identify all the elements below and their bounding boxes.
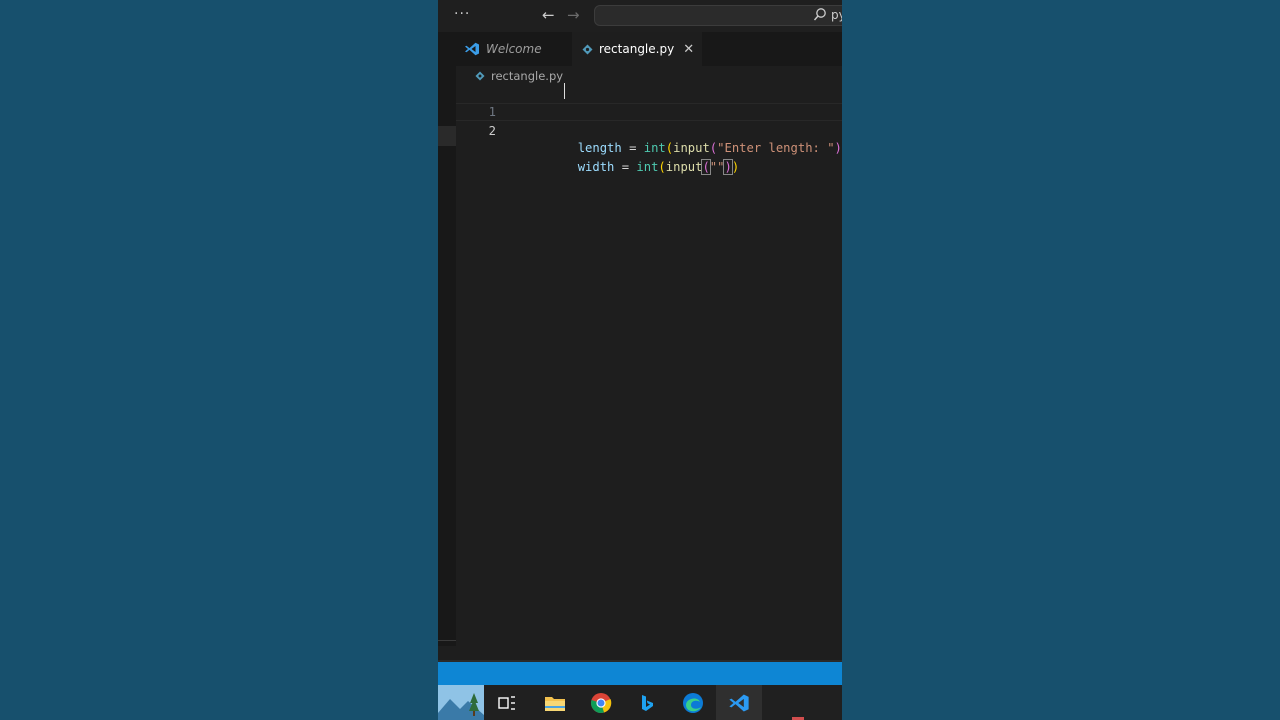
code-line-current[interactable]: 2 width = int(input("")) bbox=[456, 103, 842, 175]
command-center-search[interactable]: py bbox=[594, 5, 842, 26]
edge-icon[interactable] bbox=[670, 685, 716, 720]
vscode-taskbar-icon[interactable] bbox=[716, 685, 762, 720]
code-token: width bbox=[577, 160, 615, 174]
code-token: ) bbox=[835, 141, 842, 155]
active-line-marker bbox=[438, 126, 456, 146]
code-token: ( bbox=[658, 160, 666, 174]
strip-divider bbox=[438, 640, 456, 641]
breadcrumb[interactable]: rectangle.py bbox=[475, 68, 563, 84]
desktop-thumbnail[interactable] bbox=[438, 685, 484, 720]
file-explorer-icon[interactable] bbox=[532, 685, 578, 720]
breadcrumb-file: rectangle.py bbox=[491, 69, 564, 83]
close-icon[interactable]: ✕ bbox=[683, 42, 694, 57]
code-token: ) bbox=[723, 159, 733, 175]
code-token: = bbox=[614, 160, 637, 174]
taskbar bbox=[438, 685, 842, 720]
line-number: 2 bbox=[488, 124, 496, 138]
title-bar: ··· ← → py bbox=[438, 0, 842, 32]
code-line[interactable]: 1 length = int(input("Enter length: ")) bbox=[456, 83, 842, 155]
back-arrow-icon[interactable]: ← bbox=[542, 6, 555, 24]
code-token: "" bbox=[709, 160, 725, 174]
status-bar[interactable] bbox=[438, 662, 842, 685]
tab-bar: Welcome rectangle.py ✕ bbox=[438, 32, 842, 80]
tab-welcome[interactable]: Welcome bbox=[464, 32, 572, 66]
code-token: int bbox=[636, 160, 659, 174]
bing-icon[interactable] bbox=[624, 685, 670, 720]
code-token: ) bbox=[731, 160, 740, 174]
tab-welcome-label: Welcome bbox=[486, 42, 542, 56]
vscode-logo-icon bbox=[464, 42, 480, 56]
code-token: ( bbox=[701, 159, 711, 175]
tab-rectangle-py-label: rectangle.py bbox=[599, 42, 675, 56]
activity-strip bbox=[438, 66, 456, 646]
code-token: input bbox=[665, 160, 703, 174]
code-editor[interactable]: 1 length = int(input("Enter length: ")) … bbox=[456, 83, 842, 175]
tab-rectangle-py[interactable]: rectangle.py ✕ bbox=[572, 32, 702, 66]
search-text: py bbox=[831, 8, 842, 22]
search-icon bbox=[813, 7, 827, 27]
forward-arrow-icon[interactable]: → bbox=[567, 6, 580, 24]
code-text: width = int(input("")) bbox=[519, 140, 739, 194]
vscode-window: ··· ← → py Welcome rectangle.py ✕ bbox=[438, 0, 842, 685]
chrome-icon[interactable] bbox=[578, 685, 624, 720]
task-view-icon[interactable] bbox=[484, 685, 530, 720]
more-menu-button[interactable]: ··· bbox=[454, 6, 470, 22]
python-file-icon bbox=[582, 44, 593, 55]
python-file-icon bbox=[475, 71, 485, 81]
mouse-ibeam-cursor bbox=[564, 83, 565, 99]
